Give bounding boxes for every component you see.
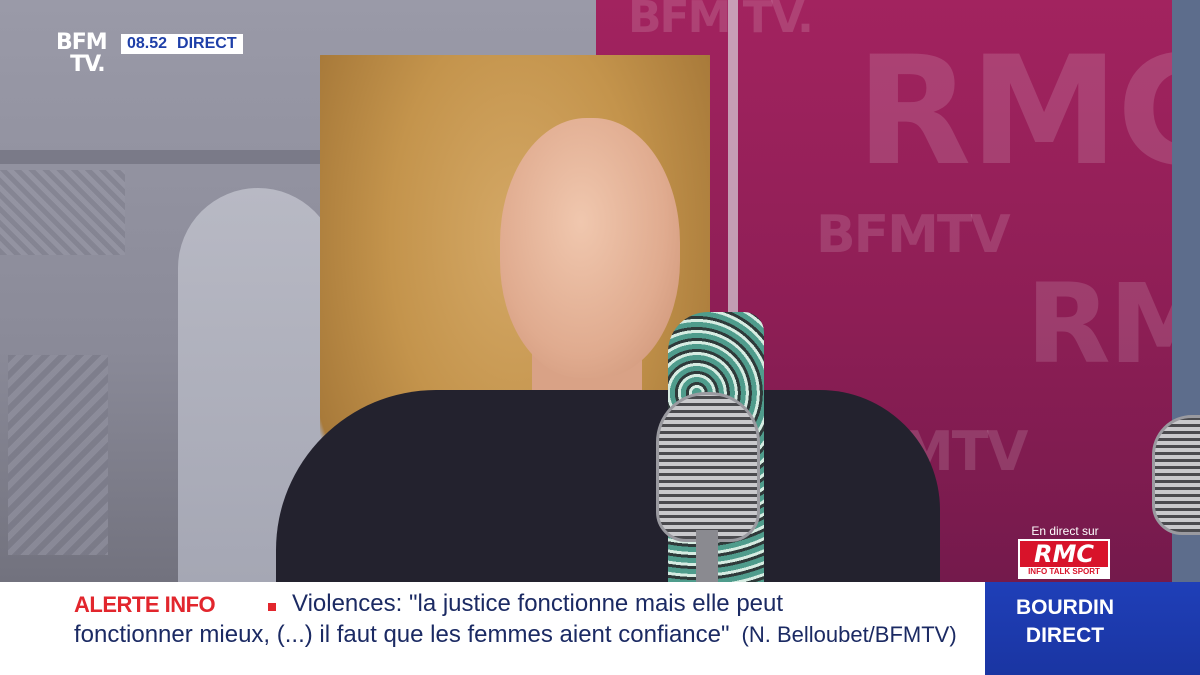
arch-relief <box>8 355 108 555</box>
alert-square-icon <box>268 603 276 611</box>
panel-logo-bfmtv-2: BFMTV <box>816 205 1011 265</box>
studio-microphone-2 <box>1152 415 1200 535</box>
studio-microphone <box>656 392 760 542</box>
panel-logo-bfmtv: BFM TV. <box>628 0 814 43</box>
live-tag: 08.52 DIRECT <box>121 34 243 54</box>
show-title-line2: DIRECT <box>1025 624 1105 647</box>
studio-scene: BFM TV. RMC BFMTV RMC BFMTV <box>0 0 1200 582</box>
arch-relief-top <box>0 170 125 255</box>
show-title: BOURDIN DIRECT <box>985 594 1145 650</box>
bfmtv-logo-line1: BFM <box>56 30 108 55</box>
show-title-line1: BOURDIN <box>1016 596 1114 619</box>
bfmtv-logo-line2: TV. <box>70 52 106 77</box>
rmc-logo: RMC INFO TALK SPORT <box>1018 539 1110 579</box>
rmc-caption: En direct sur <box>1031 524 1099 538</box>
rmc-logo-word: RMC <box>1034 540 1094 568</box>
alert-info-label: ALERTE INFO <box>74 592 216 617</box>
rmc-tagline: INFO TALK SPORT <box>1020 567 1108 577</box>
bfmtv-logo: BFM TV. <box>56 30 108 77</box>
guest-jacket <box>276 390 940 582</box>
microphone-stand <box>696 530 718 582</box>
quote-credit: (N. Belloubet/BFMTV) <box>741 622 957 647</box>
headline-line1: Violences: "la justice fonctionne mais e… <box>292 590 784 617</box>
panel-logo-rmc: RMC <box>856 25 1200 199</box>
headline-line2-text: fonctionner mieux, (...) il faut que les… <box>74 621 730 648</box>
broadcast-time: 08.52 <box>127 35 168 52</box>
live-label: DIRECT <box>177 35 237 52</box>
guest-face <box>500 118 680 378</box>
headline-line2: fonctionner mieux, (...) il faut que les… <box>74 621 957 649</box>
